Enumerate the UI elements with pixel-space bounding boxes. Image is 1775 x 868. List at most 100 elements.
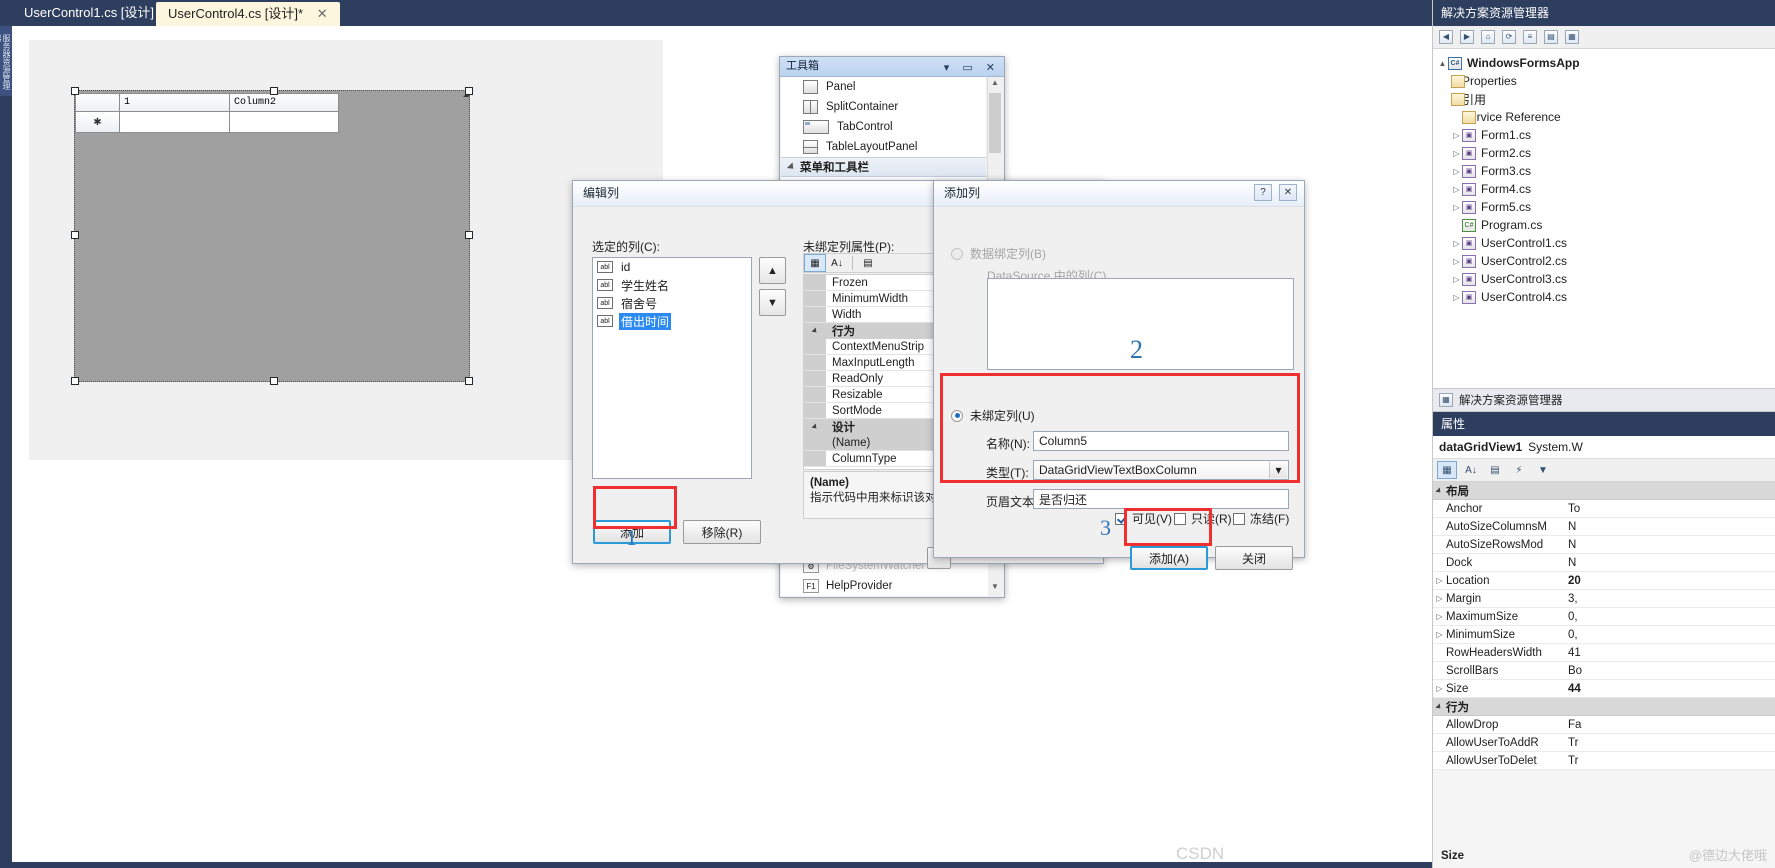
property-row[interactable]: ContextMenuStrip xyxy=(804,339,954,355)
properties-page-icon[interactable]: ▤ xyxy=(857,254,879,272)
tree-node-project[interactable]: ▲ C# WindowsFormsApp xyxy=(1433,54,1775,72)
property-value[interactable]: 3, xyxy=(1568,593,1775,605)
selected-columns-list[interactable]: abl id abl 学生姓名 abl 宿舍号 abl 借出时间 xyxy=(592,257,752,479)
properties-toolbar[interactable]: ▦ A↓ ▤ ⚡ ▼ xyxy=(1433,459,1775,482)
property-row[interactable]: ColumnType xyxy=(804,451,954,467)
property-row-size[interactable]: ▷ Size 44 xyxy=(1433,680,1775,698)
usercontrol-design-area[interactable]: 1 Column2 ✱ xyxy=(71,87,473,385)
home-icon[interactable]: ⌂ xyxy=(1481,30,1495,44)
property-value[interactable]: Fa xyxy=(1568,719,1775,731)
help-button[interactable]: ? xyxy=(1254,184,1272,201)
datagrid-cell[interactable] xyxy=(230,112,338,132)
toolbox-group-menus[interactable]: 菜单和工具栏 xyxy=(781,157,986,177)
expander-icon[interactable]: ▷ xyxy=(1451,239,1462,248)
expander-icon[interactable]: ▷ xyxy=(1451,275,1462,284)
property-row[interactable]: Frozen xyxy=(804,275,954,291)
tree-node-form2[interactable]: ▷ ▣ Form2.cs xyxy=(1433,144,1775,162)
header-text-input[interactable]: 是否归还 xyxy=(1033,489,1289,509)
scroll-up-icon[interactable]: ▲ xyxy=(989,78,1001,91)
back-icon[interactable]: ◀ xyxy=(1439,30,1453,44)
selection-handle[interactable] xyxy=(465,87,473,95)
property-value[interactable]: 41 xyxy=(1568,647,1775,659)
expander-icon[interactable]: ▷ xyxy=(1451,257,1462,266)
datagridview-control[interactable]: 1 Column2 ✱ xyxy=(75,93,339,133)
selection-handle[interactable] xyxy=(71,377,79,385)
selection-handle[interactable] xyxy=(270,87,278,95)
property-value[interactable]: Bo xyxy=(1568,665,1775,677)
expander-icon[interactable]: ▷ xyxy=(1433,684,1446,693)
property-value[interactable]: To xyxy=(1568,503,1775,515)
tree-node-form4[interactable]: ▷ ▣ Form4.cs xyxy=(1433,180,1775,198)
expander-icon[interactable]: ▷ xyxy=(1451,167,1462,176)
property-row-rowheaderswidth[interactable]: RowHeadersWidth 41 xyxy=(1433,644,1775,662)
property-row-location[interactable]: ▷ Location 20 xyxy=(1433,572,1775,590)
categorized-icon[interactable]: ▦ xyxy=(1437,461,1457,479)
expander-icon[interactable]: ▷ xyxy=(1433,594,1446,603)
property-category-behavior[interactable]: 行为 xyxy=(804,323,954,339)
close-dialog-button[interactable]: 关闭 xyxy=(1215,546,1293,570)
property-row-anchor[interactable]: Anchor To xyxy=(1433,500,1775,518)
property-row-autosizerowsmode[interactable]: AutoSizeRowsMod N xyxy=(1433,536,1775,554)
datagrid-header-col1[interactable]: 1 xyxy=(120,94,230,111)
properties-category-layout[interactable]: 布局 xyxy=(1433,482,1775,500)
tree-node-service-reference[interactable]: Service Reference xyxy=(1433,108,1775,126)
properties-icon[interactable]: ▤ xyxy=(1544,30,1558,44)
property-value[interactable]: 0, xyxy=(1568,629,1775,641)
close-button[interactable]: ✕ xyxy=(1279,184,1297,201)
remove-column-button[interactable]: 移除(R) xyxy=(683,520,761,544)
solution-explorer-bottom-tab[interactable]: ▦ 解决方案资源管理器 xyxy=(1433,388,1775,412)
tree-node-references[interactable]: ▷ 引用 xyxy=(1433,90,1775,108)
alphabetical-icon[interactable]: A↓ xyxy=(1461,461,1481,479)
tree-node-properties[interactable]: ▷ Properties xyxy=(1433,72,1775,90)
add-confirm-button[interactable]: 添加(A) xyxy=(1130,546,1208,570)
properties-object-row[interactable]: dataGridView1 System.W xyxy=(1433,436,1775,459)
solution-explorer-tree[interactable]: ▲ C# WindowsFormsApp ▷ Properties ▷ 引用 S… xyxy=(1433,49,1775,388)
expander-icon[interactable]: ▷ xyxy=(1451,149,1462,158)
selection-handle[interactable] xyxy=(465,377,473,385)
property-value[interactable]: Tr xyxy=(1568,755,1775,767)
property-row[interactable]: MaxInputLength xyxy=(804,355,954,371)
forward-icon[interactable]: ▶ xyxy=(1460,30,1474,44)
property-row-allowusertoaddrows[interactable]: AllowUserToAddR Tr xyxy=(1433,734,1775,752)
list-item[interactable]: abl 宿舍号 xyxy=(593,294,751,312)
expander-icon[interactable]: ▷ xyxy=(1433,630,1446,639)
expander-icon[interactable]: ▷ xyxy=(1451,293,1462,302)
tree-node-form1[interactable]: ▷ ▣ Form1.cs xyxy=(1433,126,1775,144)
tree-node-form3[interactable]: ▷ ▣ Form3.cs xyxy=(1433,162,1775,180)
expander-icon[interactable]: ▷ xyxy=(1433,612,1446,621)
datagrid-header-col2[interactable]: Column2 xyxy=(230,94,338,111)
property-row[interactable]: Resizable xyxy=(804,387,954,403)
property-row[interactable]: Width xyxy=(804,307,954,323)
property-row-name[interactable]: (Name) xyxy=(804,435,954,451)
refresh-icon[interactable]: ⟳ xyxy=(1502,30,1516,44)
frozen-checkbox[interactable]: 冻结(F) xyxy=(1233,510,1289,527)
datagrid-new-row[interactable]: ✱ xyxy=(76,112,338,132)
properties-category-behavior[interactable]: 行为 xyxy=(1433,698,1775,716)
property-row-margin[interactable]: ▷ Margin 3, xyxy=(1433,590,1775,608)
scroll-down-icon[interactable]: ▼ xyxy=(989,582,1001,595)
scrollbar-thumb[interactable] xyxy=(989,93,1001,153)
tree-node-usercontrol3[interactable]: ▷ ▣ UserControl3.cs xyxy=(1433,270,1775,288)
databound-radio-option[interactable]: 数据绑定列(B) xyxy=(951,245,1046,262)
move-down-button[interactable]: ▼ xyxy=(759,289,786,316)
tree-node-form5[interactable]: ▷ ▣ Form5.cs xyxy=(1433,198,1775,216)
property-row[interactable]: SortMode xyxy=(804,403,954,419)
selection-handle[interactable] xyxy=(465,231,473,239)
toolbox-item-helpprovider[interactable]: F1 HelpProvider xyxy=(781,576,988,596)
property-value[interactable]: N xyxy=(1568,539,1775,551)
server-explorer-tab[interactable]: 服务器资源管理器 xyxy=(0,26,12,96)
design-canvas[interactable]: 1 Column2 ✱ xyxy=(29,40,663,460)
tree-node-program[interactable]: C# Program.cs xyxy=(1433,216,1775,234)
alphabetical-icon[interactable]: A↓ xyxy=(826,254,848,272)
toolbox-item-splitcontainer[interactable]: SplitContainer xyxy=(781,97,986,117)
categorized-icon[interactable]: ▦ xyxy=(804,254,826,272)
view-icon[interactable]: ▦ xyxy=(1565,30,1579,44)
events-icon[interactable]: ⚡ xyxy=(1509,461,1529,479)
toolbox-item-panel[interactable]: Panel xyxy=(781,77,986,97)
properties-grid[interactable]: 布局 Anchor To AutoSizeColumnsM N AutoSizeRo… xyxy=(1433,482,1775,770)
tree-node-usercontrol1[interactable]: ▷ ▣ UserControl1.cs xyxy=(1433,234,1775,252)
list-item[interactable]: abl 学生姓名 xyxy=(593,276,751,294)
property-value[interactable]: Tr xyxy=(1568,737,1775,749)
properties-icon[interactable]: ▤ xyxy=(1485,461,1505,479)
expander-icon[interactable]: ▷ xyxy=(1451,131,1462,140)
